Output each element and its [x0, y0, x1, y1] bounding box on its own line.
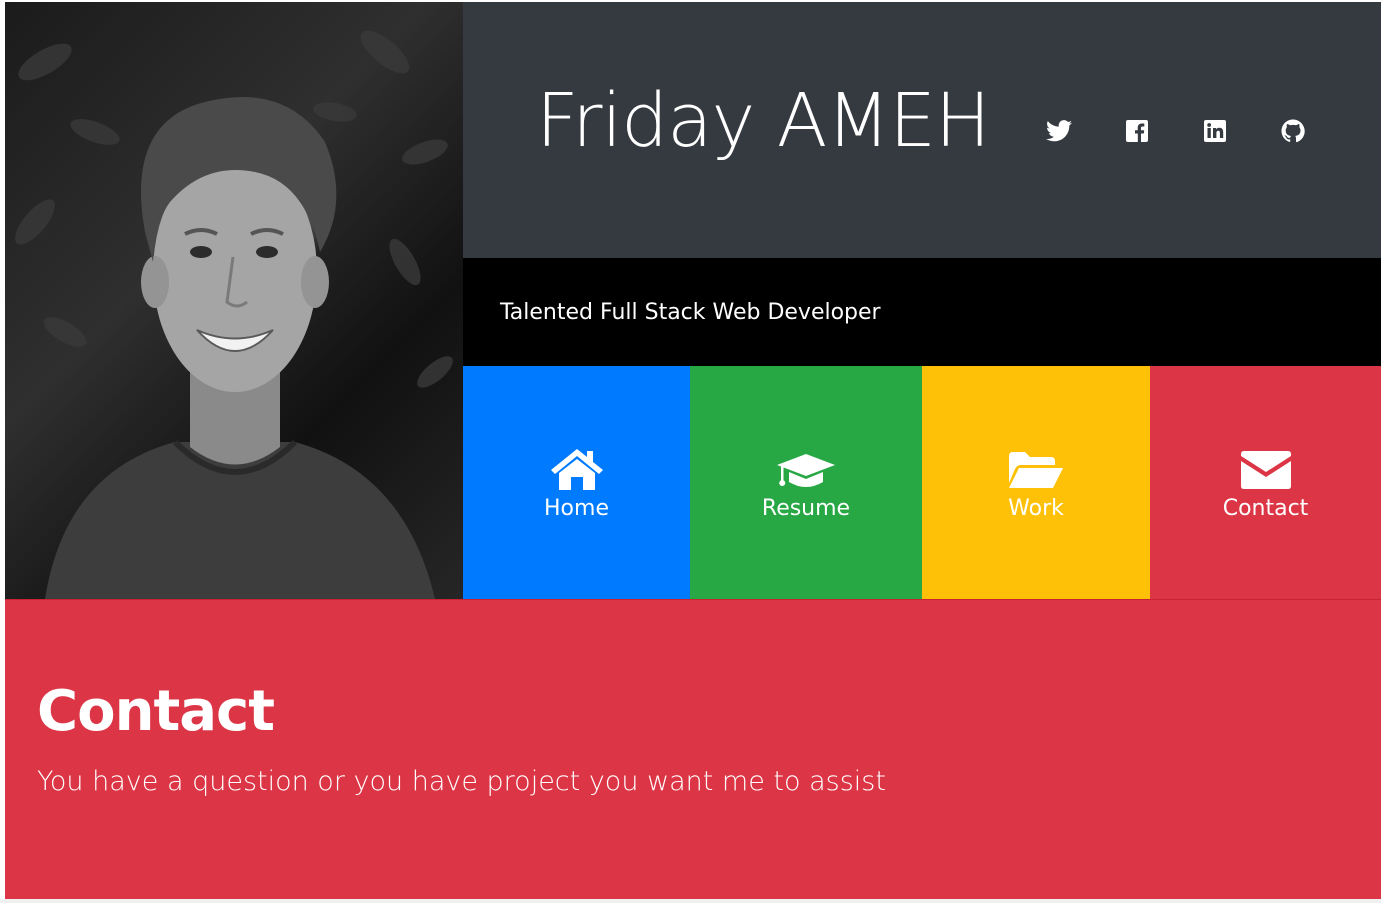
linkedin-icon[interactable] — [1201, 117, 1229, 145]
contact-section: Contact You have a question or you have … — [5, 599, 1381, 900]
home-icon — [549, 444, 605, 490]
nav-contact-label: Contact — [1222, 496, 1309, 521]
graduation-cap-icon — [775, 444, 837, 490]
nav-work-label: Work — [1008, 496, 1064, 521]
main-nav: Home Resume Work Contact — [463, 366, 1381, 599]
contact-text: You have a question or you have project … — [37, 766, 886, 797]
twitter-icon[interactable] — [1045, 117, 1073, 145]
envelope-icon — [1240, 444, 1291, 490]
social-links — [1045, 117, 1357, 145]
page: Friday AMEH Talented Full Stack Web Deve… — [0, 0, 1381, 903]
profile-name: Friday AMEH — [536, 78, 991, 164]
nav-resume-button[interactable]: Resume — [690, 366, 922, 599]
nav-resume-label: Resume — [761, 496, 851, 521]
bottom-edge — [0, 899, 1381, 903]
contact-title: Contact — [37, 679, 275, 744]
tagline: Talented Full Stack Web Developer — [500, 300, 881, 325]
tagline-bar: Talented Full Stack Web Developer — [463, 258, 1381, 366]
nav-work-button[interactable]: Work — [922, 366, 1150, 599]
folder-open-icon — [1007, 444, 1065, 490]
github-icon[interactable] — [1279, 117, 1307, 145]
nav-contact-button[interactable]: Contact — [1150, 366, 1381, 599]
header-bar: Friday AMEH — [463, 2, 1381, 258]
facebook-icon[interactable] — [1123, 117, 1151, 145]
nav-home-button[interactable]: Home — [463, 366, 690, 599]
nav-home-label: Home — [544, 496, 609, 521]
profile-photo — [5, 2, 463, 599]
profile-photo-illustration — [15, 30, 453, 599]
